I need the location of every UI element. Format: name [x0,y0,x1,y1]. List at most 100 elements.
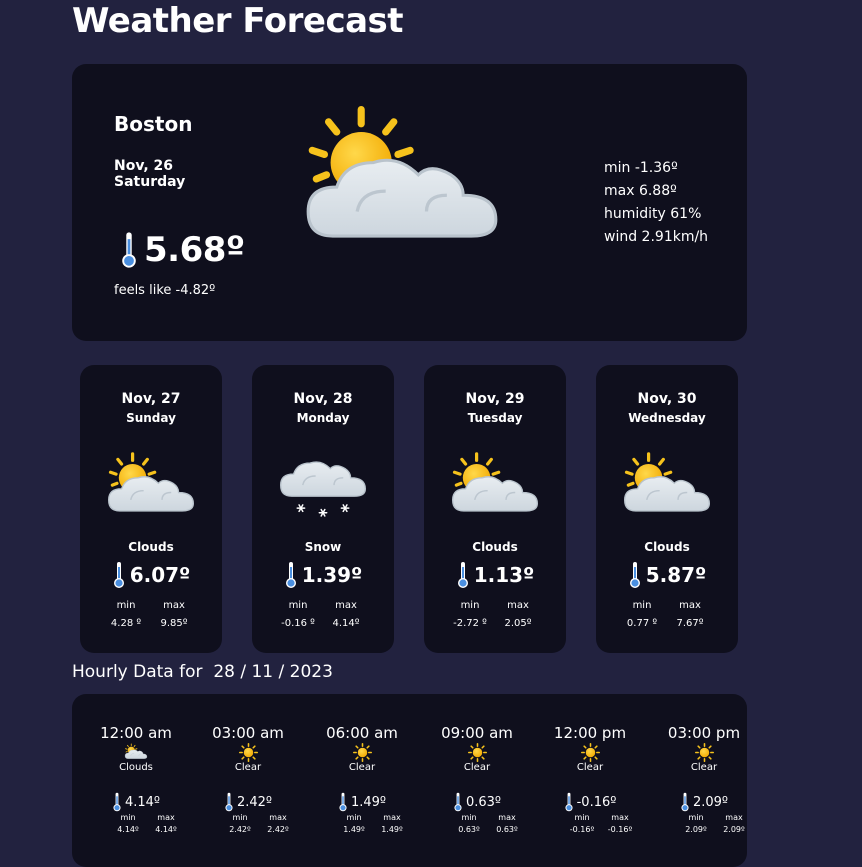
hour-desc: Clear [234,762,262,773]
hour-max: max 0.63º [487,812,527,836]
min-value: -0.16º [569,825,595,834]
snow-icon [277,450,369,524]
current-day-text: Saturday [114,174,186,190]
hour-time: 03:00 pm [667,724,741,742]
partly-cloudy-icon [124,743,148,762]
max-value: 2.05º [504,618,532,629]
max-value: 4.14º [332,618,360,629]
daily-day: Wednesday [628,411,706,425]
min-value: 1.49º [343,825,365,834]
hour-max: max 1.49º [372,812,412,836]
thermometer-icon [680,792,690,812]
page-title: Weather Forecast [72,1,404,41]
daily-day: Tuesday [467,411,523,425]
hour-time: 09:00 am [441,724,513,742]
feels-like: feels like -4.82º [114,283,216,298]
hour-desc: Clear [463,762,491,773]
max-value: 2.42º [267,825,289,834]
thermometer-icon [456,561,470,589]
daily-desc: Clouds [472,540,518,554]
current-weather-card: Boston Nov, 26 Saturday 5.68º feels like… [72,64,747,341]
daily-date: Nov, 29 [465,391,525,407]
min-value: 0.63º [458,825,480,834]
hour-desc: Clear [348,762,376,773]
hour-desc: Clear [690,762,718,773]
partly-cloudy-icon [105,450,197,524]
thermometer-icon [338,792,348,812]
hourly-date: 28 / 11 / 2023 [213,662,333,682]
min-value: 2.42º [229,825,251,834]
current-date: Nov, 26 Saturday [114,158,185,190]
sun-icon [353,743,372,762]
hourly-item[interactable]: 09:00 am Clear 0.63º min 0.63º max 0.63º [427,724,527,834]
hour-desc: Clear [576,762,604,773]
hour-max: max 2.42º [258,812,298,836]
thermometer-icon [284,561,298,589]
hourly-item[interactable]: 12:00 pm Clear -0.16º min -0.16º max -0.16… [540,724,640,834]
daily-max: max 2.05º [488,597,548,633]
hour-temp-row: -0.16º [540,792,640,812]
max-label: max [679,600,701,611]
sun-icon [695,743,714,762]
daily-card[interactable]: Nov, 28 Monday Snow 1.39º min -0.16 º max… [252,365,394,653]
hour-temp-row: 2.09º [654,792,747,812]
hourly-item[interactable]: 12:00 am Clouds 4.14º min 4.14º max 4.14º [86,724,186,834]
hour-min: min 0.63º [449,812,489,836]
hour-min: min 4.14º [108,812,148,836]
hourly-item[interactable]: 03:00 am Clear 2.42º min 2.42º max 2.42º [198,724,298,834]
hour-temp: 0.63º [465,794,502,810]
hour-min: min 2.09º [676,812,716,836]
hour-temp: -0.16º [576,794,617,810]
hour-temp: 1.49º [350,794,387,810]
daily-max: max 9.85º [144,597,204,633]
min-label: min [120,813,136,822]
daily-card[interactable]: Nov, 30 Wednesday Clouds 5.87º min 0.77 º… [596,365,738,653]
min-label: min [461,813,477,822]
hour-time: 06:00 am [326,724,398,742]
stat-max: max 6.88º [604,183,677,199]
hour-min: min 2.42º [220,812,260,836]
min-label: min [574,813,590,822]
hour-max: max -0.16º [600,812,640,836]
hour-max: max 2.09º [714,812,747,836]
hour-desc: Clouds [119,762,153,773]
partly-cloudy-icon [300,100,504,266]
hour-temp: 2.42º [236,794,273,810]
hour-time: 12:00 pm [553,724,627,742]
city-name: Boston [114,112,193,136]
daily-temp-row: 1.13º [424,561,566,589]
daily-card[interactable]: Nov, 29 Tuesday Clouds 1.13º min -2.72 º … [424,365,566,653]
hourly-item[interactable]: 06:00 am Clear 1.49º min 1.49º max 1.49º [312,724,412,834]
hour-temp-row: 2.42º [198,792,298,812]
daily-day: Sunday [126,411,176,425]
sun-icon [239,743,258,762]
thermometer-icon [564,792,574,812]
daily-day: Monday [296,411,350,425]
min-value: 2.09º [685,825,707,834]
hourly-item[interactable]: 03:00 pm Clear 2.09º min 2.09º max 2.09º [654,724,747,834]
hour-time: 03:00 am [212,724,284,742]
daily-date: Nov, 30 [637,391,697,407]
max-label: max [335,600,357,611]
thermometer-icon [453,792,463,812]
daily-temp: 5.87º [645,563,707,587]
current-temp-row: 5.68º [120,230,245,270]
max-label: max [269,813,287,822]
daily-date: Nov, 27 [121,391,181,407]
thermometer-icon [224,792,234,812]
hour-temp-row: 0.63º [427,792,527,812]
stat-humidity: humidity 61% [604,206,702,222]
max-label: max [507,600,529,611]
daily-temp-row: 5.87º [596,561,738,589]
max-value: 1.49º [381,825,403,834]
hour-temp-row: 4.14º [86,792,186,812]
max-value: 9.85º [160,618,188,629]
hourly-panel[interactable]: 12:00 am Clouds 4.14º min 4.14º max 4.14º … [72,694,747,867]
max-value: 2.09º [723,825,745,834]
daily-card[interactable]: Nov, 27 Sunday Clouds 6.07º min 4.28 º ma… [80,365,222,653]
max-value: 0.63º [496,825,518,834]
thermometer-icon [112,792,122,812]
daily-date: Nov, 28 [293,391,353,407]
daily-temp-row: 6.07º [80,561,222,589]
max-label: max [157,813,175,822]
